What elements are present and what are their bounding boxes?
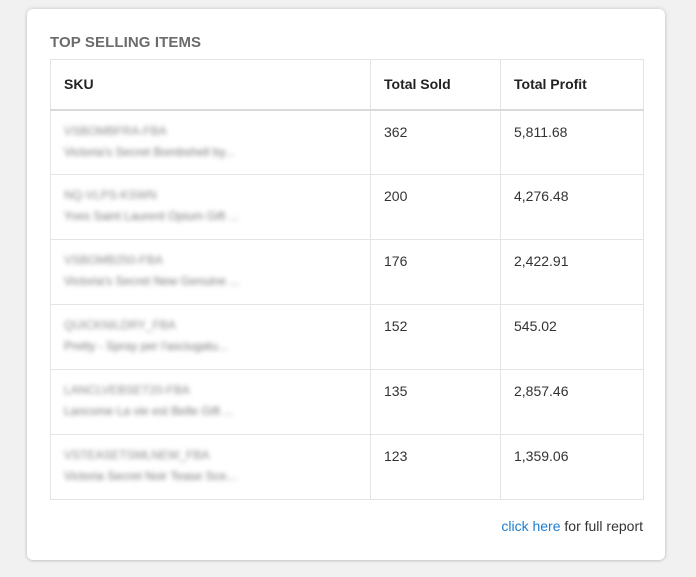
total-profit-cell: 4,276.48 bbox=[500, 174, 644, 240]
table-header-row: SKU Total Sold Total Profit bbox=[50, 59, 644, 111]
sku-code: VSBOMB250-FBA bbox=[64, 253, 163, 267]
item-description: Pretty - Spray per l'asciugatu... bbox=[64, 339, 228, 353]
sku-code: LANCLVEBSET20-FBA bbox=[64, 383, 190, 397]
item-description: Lancome La vie est Belle Gift ... bbox=[64, 404, 234, 418]
item-description: Victoria's Secret Bombshell by... bbox=[64, 144, 235, 159]
sku-cell: VSTEASETSMLNEW_FBA Victoria Secret Noir … bbox=[50, 434, 371, 500]
sku-code: QUICKNILDRY_FBA bbox=[64, 318, 176, 332]
total-profit-cell: 545.02 bbox=[500, 304, 644, 370]
sku-cell: LANCLVEBSET20-FBA Lancome La vie est Bel… bbox=[50, 369, 371, 435]
table-row: VSBOMBFRA-FBA Victoria's Secret Bombshel… bbox=[50, 109, 644, 175]
sku-code: NQ-VLPS-KSWN bbox=[64, 188, 157, 202]
total-sold-cell: 135 bbox=[370, 369, 501, 435]
total-profit-cell: 2,422.91 bbox=[500, 239, 644, 305]
column-header-sku: SKU bbox=[50, 59, 371, 111]
total-sold-cell: 152 bbox=[370, 304, 501, 370]
total-profit-cell: 2,857.46 bbox=[500, 369, 644, 435]
full-report-suffix: for full report bbox=[560, 518, 643, 534]
total-profit-cell: 5,811.68 bbox=[500, 109, 644, 175]
sku-cell: VSBOMBFRA-FBA Victoria's Secret Bombshel… bbox=[50, 109, 371, 175]
top-selling-items-card: TOP SELLING ITEMS SKU Total Sold Total P… bbox=[27, 9, 665, 560]
sku-cell: NQ-VLPS-KSWN Yves Saint Laurent Opium Gi… bbox=[50, 174, 371, 240]
table-row: VSBOMB250-FBA Victoria's Secret New Genu… bbox=[50, 239, 644, 305]
column-header-total-profit: Total Profit bbox=[500, 59, 644, 111]
full-report-link[interactable]: click here bbox=[501, 518, 560, 534]
item-description: Yves Saint Laurent Opium Gift ... bbox=[64, 209, 239, 223]
column-header-total-sold: Total Sold bbox=[370, 59, 501, 111]
total-sold-cell: 200 bbox=[370, 174, 501, 240]
sku-cell: QUICKNILDRY_FBA Pretty - Spray per l'asc… bbox=[50, 304, 371, 370]
item-description: Victoria's Secret New Genuine ... bbox=[64, 274, 240, 288]
sku-cell: VSBOMB250-FBA Victoria's Secret New Genu… bbox=[50, 239, 371, 305]
full-report-footer: click here for full report bbox=[501, 518, 643, 534]
top-selling-table: SKU Total Sold Total Profit VSBOMBFRA-FB… bbox=[50, 59, 644, 500]
total-sold-cell: 123 bbox=[370, 434, 501, 500]
item-description: Victoria Secret Noir Tease Sce... bbox=[64, 469, 237, 483]
sku-code: VSTEASETSMLNEW_FBA bbox=[64, 448, 210, 462]
table-row: QUICKNILDRY_FBA Pretty - Spray per l'asc… bbox=[50, 304, 644, 370]
table-row: NQ-VLPS-KSWN Yves Saint Laurent Opium Gi… bbox=[50, 174, 644, 240]
total-sold-cell: 362 bbox=[370, 109, 501, 175]
sku-code: VSBOMBFRA-FBA bbox=[64, 123, 167, 138]
total-sold-cell: 176 bbox=[370, 239, 501, 305]
total-profit-cell: 1,359.06 bbox=[500, 434, 644, 500]
table-row: VSTEASETSMLNEW_FBA Victoria Secret Noir … bbox=[50, 434, 644, 500]
table-row: LANCLVEBSET20-FBA Lancome La vie est Bel… bbox=[50, 369, 644, 435]
card-title: TOP SELLING ITEMS bbox=[50, 34, 202, 51]
